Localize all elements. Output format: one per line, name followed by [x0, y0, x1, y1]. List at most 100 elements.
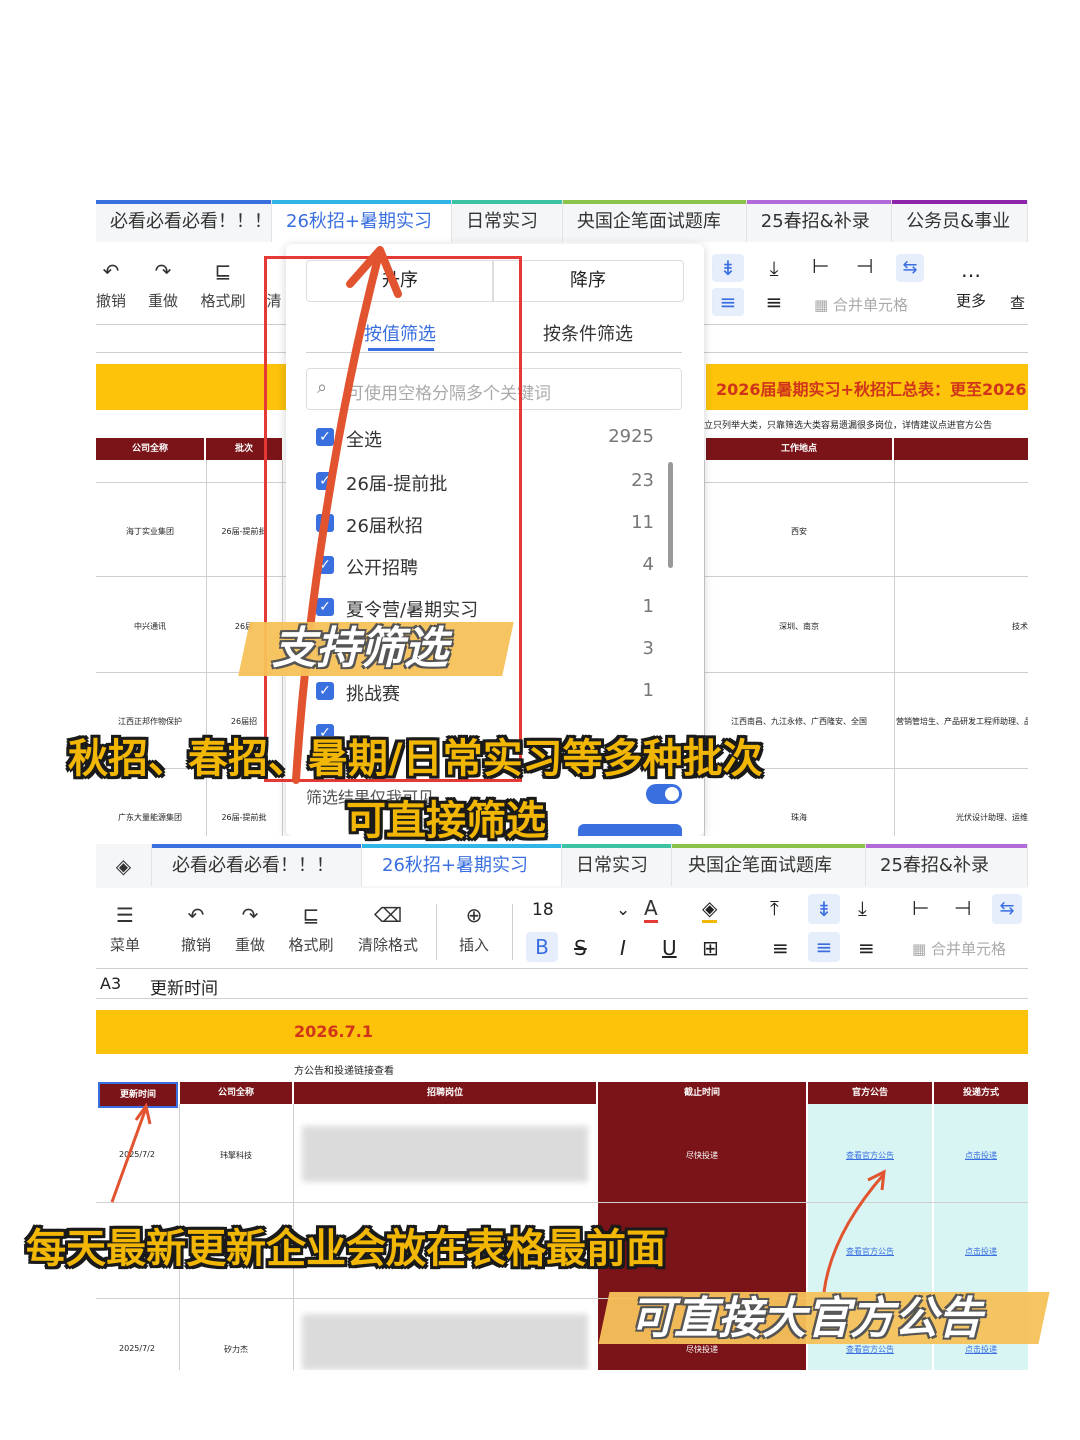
italic-button[interactable]: I	[620, 936, 626, 960]
filter-confirm-button[interactable]	[578, 824, 682, 836]
header-notice[interactable]: 官方公告	[808, 1082, 932, 1104]
tab-must-read[interactable]: 必看必看必看！！！	[152, 844, 362, 886]
undo-icon: ↶	[187, 903, 205, 927]
align-right-button[interactable]: ≡	[760, 288, 788, 316]
menu-button[interactable]: ☰ 菜单	[104, 902, 146, 955]
arrow-up-icon	[822, 1169, 886, 1293]
clear-format-label: 清除格式	[357, 936, 418, 954]
tab-daily-intern[interactable]: 日常实习	[562, 844, 672, 886]
redo-button[interactable]: ↷ 重做	[230, 902, 270, 955]
bold-button[interactable]: B	[526, 932, 558, 962]
align-right-button[interactable]: ≡	[858, 936, 875, 960]
tab-soe-exams[interactable]: 央国企笔面试题库	[562, 200, 747, 242]
batches-caption: 秋招、春招、暑期/日常实习等多种批次	[68, 736, 763, 782]
font-size-value: 18	[532, 900, 554, 920]
fill-color-icon: ◈	[702, 896, 718, 923]
chevron-down-icon: ⌄	[616, 900, 631, 920]
header-positions[interactable]: 招聘岗位	[294, 1082, 596, 1104]
width-icon[interactable]: ⊣	[856, 254, 873, 278]
row1-company: 玮擎科技	[220, 1151, 252, 1160]
strikethrough-button[interactable]: S	[574, 936, 587, 960]
align-bottom-button[interactable]: ⤓	[760, 254, 788, 282]
option-list-scrollbar[interactable]	[668, 462, 673, 568]
by-condition-label: 按条件筛选	[543, 324, 633, 345]
merge-icon: ▦	[814, 296, 833, 314]
header-apply[interactable]: 投递方式	[934, 1082, 1028, 1104]
row1-location: 西安	[791, 527, 807, 536]
sheet-list-icon[interactable]: ◈	[96, 844, 152, 886]
align-center-button[interactable]: ≡	[712, 288, 744, 316]
tab-daily-intern[interactable]: 日常实习	[452, 200, 563, 242]
undo-button[interactable]: ↶ 撤销	[96, 258, 126, 311]
font-color-button[interactable]: A	[644, 896, 658, 923]
eraser-icon: ⌫	[373, 903, 403, 927]
fill-color-button[interactable]: ◈	[702, 896, 718, 923]
redo-button[interactable]: ↷ 重做	[146, 258, 180, 311]
align-bottom-button[interactable]: ⤓	[858, 896, 867, 920]
redo-icon: ↷	[241, 903, 259, 927]
undo-label: 撤销	[180, 936, 211, 954]
bottom-banner	[96, 1010, 1028, 1054]
underline-button[interactable]: U	[662, 936, 677, 960]
merge-label: 合并单元格	[930, 940, 1006, 958]
tab-soe-exams[interactable]: 央国企笔面试题库	[672, 844, 866, 886]
indent-icon[interactable]: ⊢	[812, 254, 829, 278]
header-deadline[interactable]: 截止时间	[598, 1082, 806, 1104]
tab-civil-servant[interactable]: 公务员&事业	[892, 200, 1028, 242]
width-icon[interactable]: ⊣	[954, 896, 971, 920]
indent-icon[interactable]: ⊢	[912, 896, 929, 920]
direct-filter-caption: 可直接筛选	[346, 798, 546, 844]
cell-reference[interactable]: A3	[100, 974, 121, 993]
header-company[interactable]: 公司全称	[180, 1082, 292, 1104]
filter-by-condition-tab[interactable]: 按条件筛选	[494, 320, 682, 346]
merge-label: 合并单元格	[832, 296, 908, 314]
align-left-button[interactable]: ≡	[772, 936, 789, 960]
undo-button[interactable]: ↶ 撤销	[176, 902, 216, 955]
row1-apply-link[interactable]: 点击投递	[934, 1150, 1028, 1161]
font-size-select[interactable]: 18 ⌄	[532, 900, 632, 920]
insert-label: 插入	[458, 936, 489, 954]
formula-bar[interactable]: 更新时间	[150, 974, 218, 999]
wrap-icon[interactable]: ⇆	[992, 894, 1022, 924]
option-count: 4	[642, 554, 654, 575]
align-middle-button[interactable]: ⇟	[808, 894, 840, 924]
row3-company: 矽力杰	[224, 1345, 248, 1354]
format-painter-button[interactable]: ⊑ 格式刷	[196, 258, 250, 311]
menu-icon: ☰	[116, 903, 134, 927]
banner-note: 立只列举大类，只靠筛选大类容易遗漏很多岗位，详情建议点进官方公告	[704, 421, 993, 431]
tab-must-read[interactable]: 必看必看必看！！！	[96, 200, 272, 242]
tab-autumn-summer[interactable]: 26秋招+暑期实习	[362, 844, 562, 886]
align-center-button[interactable]: ≡	[808, 932, 840, 962]
option-count: 3	[642, 638, 654, 659]
redo-icon: ↷	[154, 259, 172, 283]
undo-label: 撤销	[96, 292, 127, 310]
tab-autumn-summer[interactable]: 26秋招+暑期实习	[272, 200, 453, 242]
redo-label: 重做	[147, 292, 178, 310]
border-button[interactable]: ⊞	[702, 936, 719, 960]
merge-cells-button[interactable]: ▦ 合并单元格	[814, 294, 908, 315]
blurred-positions	[302, 1314, 588, 1370]
row2-apply-link[interactable]: 点击投递	[934, 1246, 1028, 1257]
header-location[interactable]: 工作地点	[706, 438, 892, 460]
filter-stamp: 支持筛选	[272, 623, 448, 674]
header-company[interactable]: 公司全称	[96, 438, 204, 460]
tab-spring[interactable]: 25春招&补录	[746, 200, 893, 242]
wrap-icon[interactable]: ⇆	[896, 254, 924, 282]
format-painter-button[interactable]: ⊑ 格式刷	[284, 902, 338, 955]
find-button[interactable]: 查	[1010, 292, 1025, 313]
private-toggle[interactable]	[646, 784, 682, 804]
tab-label: 日常实习	[576, 855, 648, 876]
tab-spring[interactable]: 25春招&补录	[866, 844, 1028, 886]
option-count: 23	[631, 470, 654, 491]
tab-label: 必看必看必看！！！	[110, 211, 272, 232]
insert-button[interactable]: ⊕ 插入	[452, 902, 496, 955]
clear-format-button[interactable]: ⌫ 清除格式	[352, 902, 424, 955]
banner-title: 2026届暑期实习+秋招汇总表：更至2026.	[716, 380, 1028, 399]
merge-cells-button[interactable]: ▦ 合并单元格	[912, 938, 1006, 959]
more-button[interactable]: … 更多	[956, 258, 986, 311]
align-top-button[interactable]: ⤒	[770, 896, 779, 920]
row1-notice-link[interactable]: 查看官方公告	[808, 1150, 932, 1161]
row2-location: 深圳、南京	[779, 622, 819, 631]
row2-role: 技术	[1012, 622, 1028, 631]
align-top-button[interactable]: ⇟	[712, 254, 744, 282]
